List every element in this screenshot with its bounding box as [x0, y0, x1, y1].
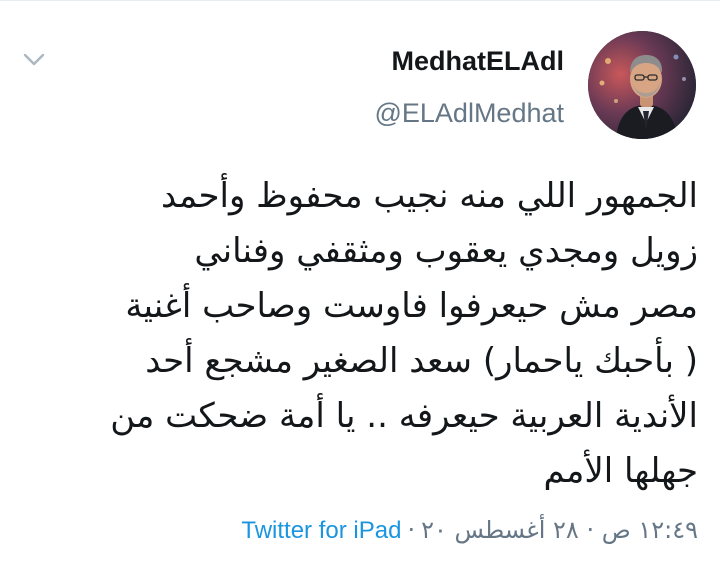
tweet-text: الجمهور اللي منه نجيب محفوظ وأحمد زويل و…: [24, 169, 698, 499]
tweet-text-line: مصر مش حيعرفوا فاوست وصاحب أغنية: [125, 286, 698, 326]
tweet-text-line: جهلها الأمم: [543, 451, 698, 491]
tweet-meta: ١٢:٤٩ ص · ٢٨ أغسطس ٢٠·Twitter for iPad: [241, 513, 698, 548]
tweet-timestamp[interactable]: ١٢:٤٩ ص · ٢٨ أغسطس ٢٠: [421, 516, 698, 544]
tweet-text-line: ( بأحبك ياحمار) سعد الصغير مشجع أحد: [145, 341, 698, 381]
avatar-photo: [588, 31, 696, 139]
meta-separator: ·: [407, 516, 416, 544]
chevron-down-icon[interactable]: [22, 51, 46, 67]
display-name[interactable]: MedhatELAdl: [392, 45, 565, 77]
user-handle[interactable]: @ELAdlMedhat: [374, 97, 564, 129]
tweet-text-line: الأندية العربية حيعرفه .. يا أمة ضحكت من: [110, 396, 698, 436]
tweet-text-line: زويل ومجدي يعقوب ومثقفي وفناني: [194, 231, 698, 271]
tweet-card: MedhatELAdl @ELAdlMedhat الجمهور اللي من…: [0, 0, 720, 569]
tweet-text-line: الجمهور اللي منه نجيب محفوظ وأحمد: [160, 176, 698, 216]
tweet-source-link[interactable]: Twitter for iPad: [241, 517, 401, 544]
avatar[interactable]: [588, 31, 696, 139]
